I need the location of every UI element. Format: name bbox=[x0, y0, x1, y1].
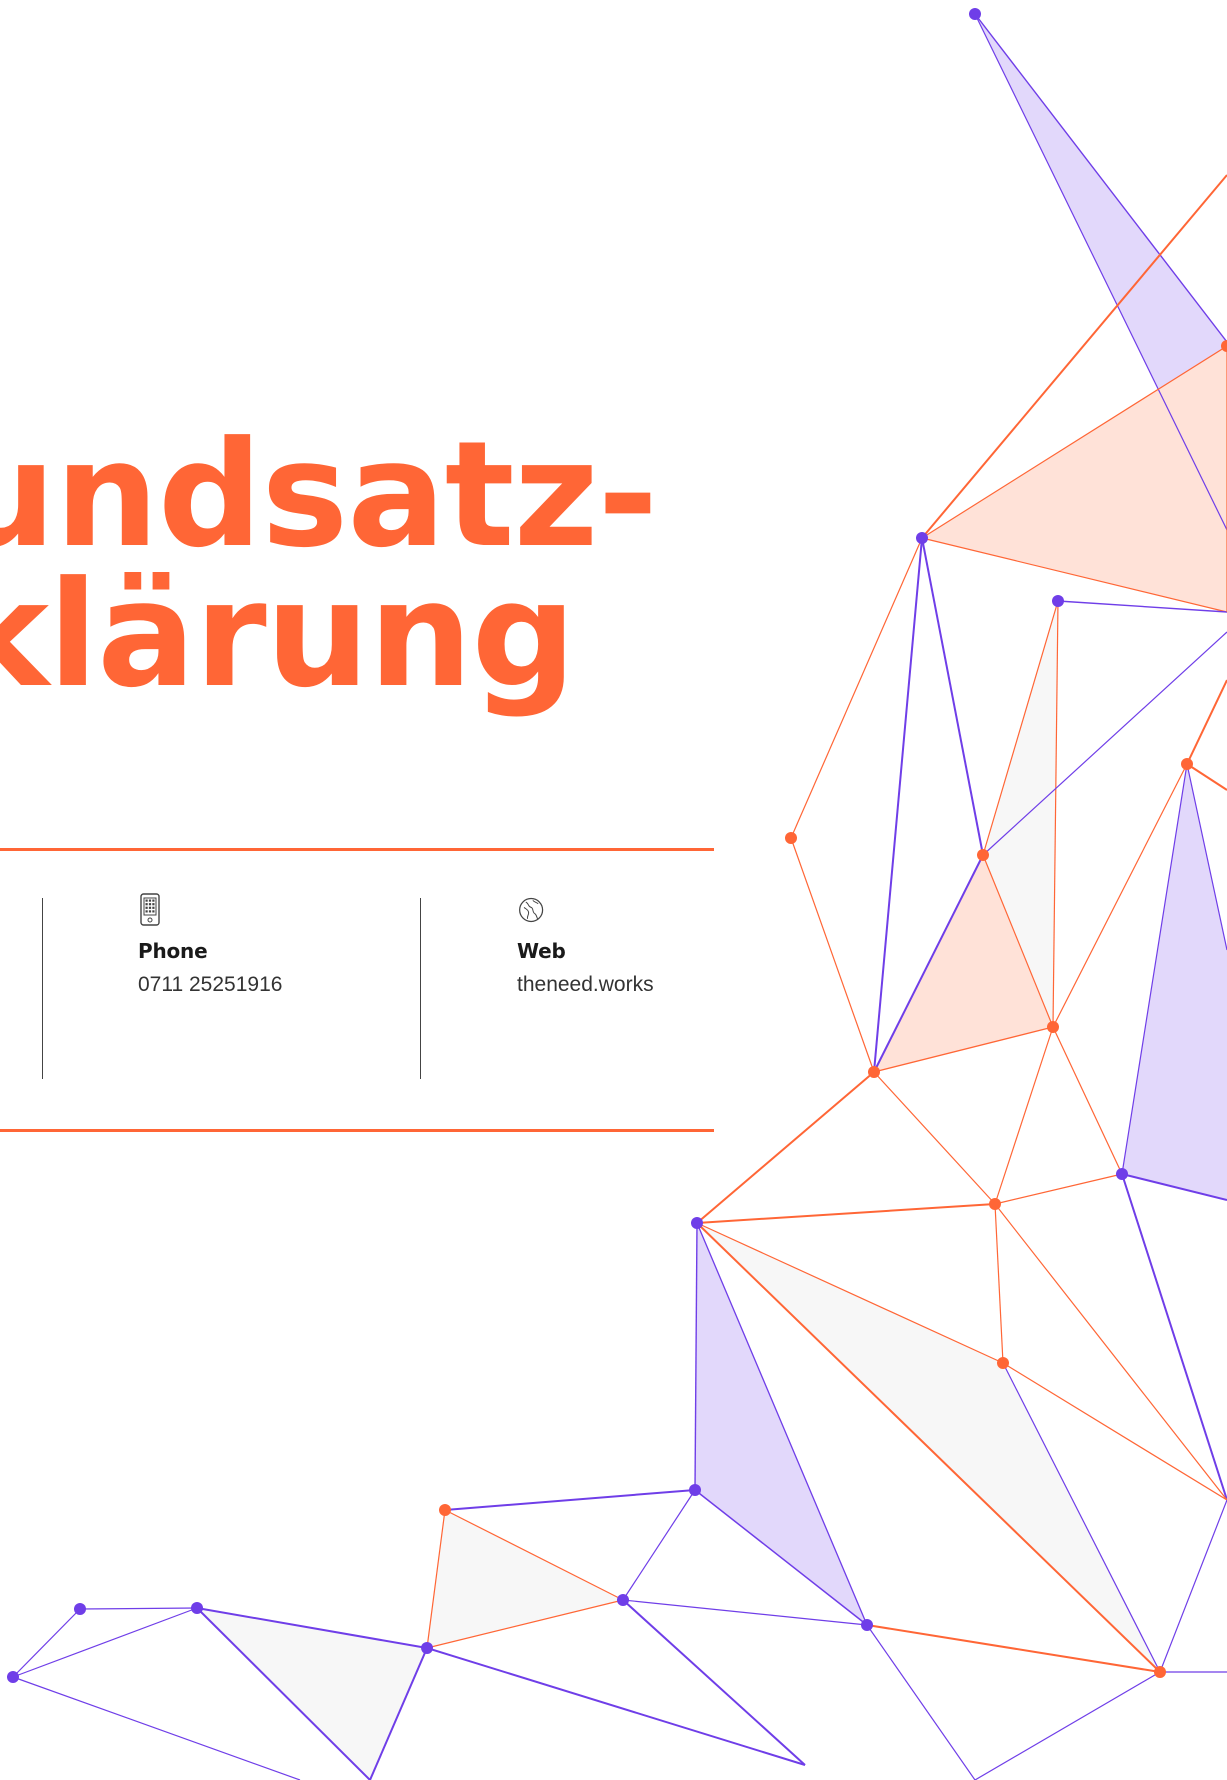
mobile-phone-icon bbox=[140, 893, 160, 926]
top-divider bbox=[0, 848, 714, 851]
phone-contact: Phone 0711 25251916 bbox=[138, 893, 358, 995]
web-contact: Web theneed.works bbox=[517, 893, 737, 995]
contact-separator-right bbox=[420, 898, 421, 1079]
fill-upper-orange-triangle bbox=[922, 346, 1227, 612]
page-title: undsatz- klärung bbox=[0, 410, 658, 721]
phone-value: 0711 25251916 bbox=[138, 973, 283, 996]
globe-icon bbox=[519, 897, 544, 923]
page-title-line-1: undsatz- bbox=[0, 410, 658, 580]
phone-label: Phone bbox=[138, 939, 208, 963]
contact-separator-left bbox=[42, 898, 43, 1079]
network-graphic bbox=[7, 8, 1227, 1780]
web-label: Web bbox=[517, 939, 566, 963]
web-value: theneed.works bbox=[517, 973, 654, 996]
bottom-divider bbox=[0, 1129, 714, 1132]
fill-gray-triangle-3 bbox=[427, 1510, 623, 1648]
page-title-line-2: klärung bbox=[0, 550, 576, 721]
fill-gray-triangle-4 bbox=[197, 1608, 427, 1780]
fill-right-purple-triangle bbox=[1122, 764, 1227, 1200]
